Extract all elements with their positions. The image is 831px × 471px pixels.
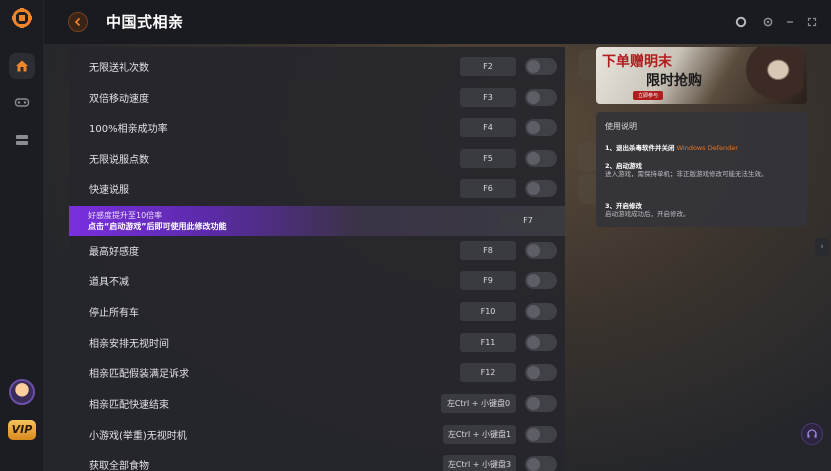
cheat-row: 最高好感度 F8 <box>69 236 565 266</box>
cheat-toggle[interactable] <box>525 395 557 412</box>
banner-subtitle: 限时抢购 <box>646 73 702 89</box>
cheat-label: 停止所有车 <box>89 308 139 319</box>
guide-step-1-highlight: Windows Defender <box>676 144 738 152</box>
hotkey-button[interactable]: F9 <box>460 271 516 290</box>
home-icon <box>16 60 28 72</box>
hotkey-button[interactable]: F2 <box>460 57 516 76</box>
layers-icon <box>16 135 28 145</box>
guide-step-3-desc: 启动游戏成功后，开启修改。 <box>605 210 690 218</box>
cheat-label: 相亲安排无视时间 <box>89 339 169 350</box>
arrow-left-icon <box>74 17 81 27</box>
left-sidebar: VIP <box>0 0 44 471</box>
cheat-label: 相亲匹配假装满足诉求 <box>89 369 189 380</box>
circle-icon <box>735 16 747 28</box>
cheat-toggle[interactable] <box>525 58 557 75</box>
cheat-label: 道具不减 <box>89 277 129 288</box>
premium-cheat-row: 好感度提升至10倍率 点击“启动游戏”后即可使用此修改功能 F7 <box>69 206 565 236</box>
minimize-button[interactable] <box>782 14 798 30</box>
settings-button[interactable] <box>760 14 776 30</box>
hotkey-button[interactable]: F3 <box>460 88 516 107</box>
banner-character-art <box>741 47 803 104</box>
cheat-row: 停止所有车 F10 <box>69 297 565 327</box>
cheat-list-panel: 无限送礼次数 F2 双倍移动速度 F3 100%相亲成功率 F4 无限说服点数 … <box>69 47 565 471</box>
cheat-label: 快速说服 <box>89 185 129 196</box>
hotkey-button[interactable]: F4 <box>460 118 516 137</box>
cheat-toggle[interactable] <box>525 180 557 197</box>
cheat-label: 100%相亲成功率 <box>89 124 168 135</box>
nav-home-button[interactable] <box>9 53 35 79</box>
hotkey-button[interactable]: 左Ctrl + 小键盘3 <box>443 455 516 471</box>
expand-icon <box>807 17 817 27</box>
cheat-toggle[interactable] <box>525 456 557 471</box>
cheat-toggle[interactable] <box>525 364 557 381</box>
guide-step-1-title: 1、退出杀毒软件并关闭 <box>605 144 675 152</box>
cheat-toggle[interactable] <box>525 89 557 106</box>
hotkey-button[interactable]: F11 <box>460 333 516 352</box>
hotkey-button[interactable]: F7 <box>500 211 556 230</box>
gamepad-icon <box>14 98 30 107</box>
status-button[interactable] <box>733 14 749 30</box>
back-button[interactable] <box>68 12 88 32</box>
support-button[interactable] <box>801 423 823 445</box>
nav-games-button[interactable] <box>9 89 35 115</box>
chevron-right-icon[interactable]: › <box>815 238 829 256</box>
cheat-row: 无限送礼次数 F2 <box>69 52 565 82</box>
cheat-toggle[interactable] <box>525 119 557 136</box>
page-title: 中国式相亲 <box>106 13 184 31</box>
cheat-row: 相亲安排无视时间 F11 <box>69 328 565 358</box>
guide-heading: 使用说明 <box>605 122 637 131</box>
usage-guide-card: 使用说明 1、退出杀毒软件并关闭 Windows Defender 2、启动游戏… <box>596 112 807 227</box>
nav-library-button[interactable] <box>9 127 35 153</box>
banner-title: 下单赠明末 <box>602 54 672 70</box>
banner-cta[interactable]: 立即参与 <box>633 91 664 100</box>
gear-icon <box>763 17 773 27</box>
hotkey-button[interactable]: F8 <box>460 241 516 260</box>
cheat-row: 相亲匹配假装满足诉求 F12 <box>69 358 565 388</box>
hotkey-button[interactable]: F10 <box>460 302 516 321</box>
cheat-toggle[interactable] <box>525 303 557 320</box>
guide-step-1: 1、退出杀毒软件并关闭 Windows Defender <box>605 142 738 152</box>
premium-cheat-notice: 点击“启动游戏”后即可使用此修改功能 <box>88 222 227 231</box>
cheat-toggle[interactable] <box>525 242 557 259</box>
hotkey-button[interactable]: 左Ctrl + 小键盘1 <box>443 425 516 444</box>
cheat-label: 获取全部食物 <box>89 461 149 471</box>
hotkey-button[interactable]: F5 <box>460 149 516 168</box>
cheat-label: 最高好感度 <box>89 247 139 258</box>
cheat-label: 相亲匹配快速结束 <box>89 400 169 411</box>
vip-badge[interactable]: VIP <box>8 420 36 440</box>
cheat-row: 快速说服 F6 <box>69 174 565 204</box>
title-bar: 中国式相亲 <box>44 0 831 44</box>
cheat-toggle[interactable] <box>525 334 557 351</box>
user-avatar[interactable] <box>9 379 35 405</box>
cheat-toggle[interactable] <box>525 272 557 289</box>
premium-cheat-label: 好感度提升至10倍率 <box>88 211 163 220</box>
headset-icon <box>807 429 817 438</box>
cheat-label: 无限送礼次数 <box>89 63 149 74</box>
cheat-label: 双倍移动速度 <box>89 94 149 105</box>
cheat-row: 获取全部食物 左Ctrl + 小键盘3 <box>69 450 565 471</box>
cheat-row: 100%相亲成功率 F4 <box>69 113 565 143</box>
fullscreen-button[interactable] <box>804 14 820 30</box>
cheat-row: 道具不减 F9 <box>69 266 565 296</box>
app-logo-icon[interactable] <box>11 7 33 29</box>
cheat-label: 小游戏(举重)无视时机 <box>89 431 187 442</box>
minimize-icon <box>787 21 793 23</box>
cheat-label: 无限说服点数 <box>89 155 149 166</box>
cheat-row: 双倍移动速度 F3 <box>69 83 565 113</box>
cheat-row: 相亲匹配快速结束 左Ctrl + 小键盘0 <box>69 389 565 419</box>
guide-step-2-desc: 进入游戏，需保持单机；非正版游戏修改可能无法生效。 <box>605 170 768 178</box>
hotkey-button[interactable]: F6 <box>460 179 516 198</box>
promo-banner[interactable]: 下单赠明末 限时抢购 立即参与 <box>596 47 807 104</box>
hotkey-button[interactable]: 左Ctrl + 小键盘0 <box>441 394 516 413</box>
hotkey-button[interactable]: F12 <box>460 363 516 382</box>
cheat-row: 小游戏(举重)无视时机 左Ctrl + 小键盘1 <box>69 420 565 450</box>
cheat-row: 无限说服点数 F5 <box>69 144 565 174</box>
cheat-toggle[interactable] <box>525 150 557 167</box>
cheat-toggle[interactable] <box>525 426 557 443</box>
